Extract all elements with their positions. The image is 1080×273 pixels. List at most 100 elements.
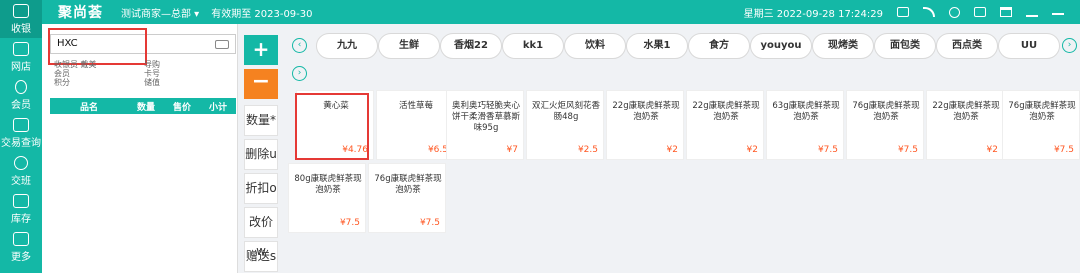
sidebar: 收银 网店 会员 交易查询 交班 库存 更多 [0, 0, 42, 273]
minimize-icon[interactable] [1052, 9, 1064, 15]
sidebar-item-inventory[interactable]: 库存 [0, 190, 42, 228]
product-name: 22g康联虎鲜茶现泡奶茶 [932, 101, 1000, 122]
inventory-icon [13, 193, 29, 208]
expiry-text: 有效期至 2023-09-30 [211, 8, 313, 20]
member-icon [15, 79, 27, 94]
gift-button[interactable]: 赠送s [244, 241, 278, 272]
message-icon[interactable] [974, 7, 986, 17]
product-card[interactable]: 22g康联虎鲜茶现泡奶茶 ¥2 [686, 90, 764, 160]
category-tab[interactable]: 饮料 [564, 33, 626, 59]
member-info: 收银员 戴美 导购 会员 卡号 积分 储值 [54, 60, 234, 87]
product-card[interactable]: 22g康联虎鲜茶现泡奶茶 ¥2 [606, 90, 684, 160]
category-tab[interactable]: 西点类 [936, 33, 998, 59]
product-price: ¥7.5 [817, 145, 838, 155]
sidebar-item-more[interactable]: 更多 [0, 228, 42, 266]
change-price-button[interactable]: 改价w [244, 207, 278, 258]
product-price: ¥7.5 [339, 218, 360, 228]
product-name: 76g康联虎鲜茶现泡奶茶 [852, 101, 920, 122]
product-card[interactable]: 80g康联虎鲜茶现泡奶茶 ¥7.5 [288, 163, 366, 233]
category-tab[interactable]: 面包类 [874, 33, 936, 59]
category-tab[interactable]: 水果1 [626, 33, 688, 59]
product-price: ¥7.5 [419, 218, 440, 228]
product-card[interactable]: 奥利奥巧轻脆夹心饼干柔滑香草慕斯味95g ¥7 [446, 90, 524, 160]
shift-icon [14, 155, 28, 170]
category-tab[interactable]: 九九 [316, 33, 378, 59]
support-icon[interactable] [949, 6, 960, 18]
product-name: 80g康联虎鲜茶现泡奶茶 [294, 174, 362, 195]
selected-product-highlight [295, 93, 369, 160]
cash-register-icon [13, 3, 29, 18]
keyboard-icon[interactable] [215, 40, 229, 49]
quantity-button[interactable]: 数量* [244, 105, 278, 136]
chevron-right-icon[interactable]: › [292, 66, 307, 81]
sidebar-item-label: 收银 [11, 23, 31, 35]
product-card[interactable]: 76g康联虎鲜茶现泡奶茶 ¥7.5 [1002, 90, 1080, 160]
product-card[interactable]: 76g康联虎鲜茶现泡奶茶 ¥7.5 [368, 163, 446, 233]
category-tab[interactable]: kk1 [502, 33, 564, 59]
sidebar-item-shift[interactable]: 交班 [0, 152, 42, 190]
delete-button[interactable]: 删除u [244, 139, 278, 170]
product-name: 76g康联虎鲜茶现泡奶茶 [1008, 101, 1076, 122]
category-tab[interactable]: 香烟22 [440, 33, 502, 59]
product-name: 22g康联虎鲜茶现泡奶茶 [612, 101, 680, 122]
category-tab[interactable]: 生鲜 [378, 33, 440, 59]
product-card[interactable]: 双汇火炬风刻花香肠48g ¥2.5 [526, 90, 604, 160]
product-name: 22g康联虎鲜茶现泡奶茶 [692, 101, 760, 122]
merchant-selector[interactable]: 测试商家—总部 ▾ [121, 5, 199, 20]
sidebar-item-label: 交班 [11, 175, 31, 187]
product-name: 奥利奥巧轻脆夹心饼干柔滑香草慕斯味95g [451, 101, 520, 133]
battery-icon [897, 7, 909, 17]
datetime-display: 星期三 2022-09-28 17:24:29 [743, 8, 883, 20]
card-label: 卡号 [144, 69, 160, 78]
product-card[interactable]: 活性草莓 ¥6.5 [376, 90, 454, 160]
member-label: 会员 [54, 69, 70, 78]
sidebar-item-label: 库存 [11, 213, 31, 225]
grid-icon [13, 231, 29, 246]
cashier-value: 戴美 [80, 60, 97, 69]
sidebar-item-label: 会员 [11, 99, 31, 111]
remove-button[interactable]: − [244, 69, 278, 99]
category-tab[interactable]: 食方 [688, 33, 750, 59]
category-tab[interactable]: youyou [750, 33, 812, 59]
product-price: ¥6.5 [427, 145, 448, 155]
wifi-icon [923, 7, 935, 17]
product-price: ¥2 [986, 145, 998, 155]
cart-header: 品名 数量 售价 小计 [50, 98, 236, 114]
product-price: ¥7.5 [1053, 145, 1074, 155]
discount-button[interactable]: 折扣o [244, 173, 278, 204]
store-icon [13, 41, 29, 56]
download-icon[interactable] [1026, 7, 1038, 17]
product-name: 双汇火炬风刻花香肠48g [531, 101, 600, 122]
sidebar-item-label: 网店 [11, 61, 31, 73]
cart-panel: HXC 收银员 戴美 导购 会员 卡号 积分 储值 品名 数量 售价 小计 [42, 24, 238, 273]
top-bar: 聚尚荟 测试商家—总部 ▾ 有效期至 2023-09-30 星期三 2022-0… [0, 0, 1080, 24]
product-name: 63g康联虎鲜茶现泡奶茶 [772, 101, 840, 122]
sidebar-item-label: 更多 [11, 251, 31, 263]
chevron-left-icon[interactable]: ‹ [292, 38, 307, 53]
col-subtotal: 小计 [208, 102, 227, 113]
sidebar-item-store[interactable]: 网店 [0, 38, 42, 76]
operation-panel: + − 数量* 删除u 折扣o 改价w 赠送s [244, 35, 280, 272]
category-bar: ‹ 九九 生鲜 香烟22 kk1 饮料 水果1 食方 youyou 现烤类 面包… [288, 33, 1080, 81]
chevron-right-icon[interactable]: › [1062, 38, 1077, 53]
col-price: 售价 [172, 102, 191, 113]
category-tab[interactable]: 现烤类 [812, 33, 874, 59]
col-name: 品名 [79, 102, 98, 113]
product-card[interactable]: 76g康联虎鲜茶现泡奶茶 ¥7.5 [846, 90, 924, 160]
product-card[interactable]: 63g康联虎鲜茶现泡奶茶 ¥7.5 [766, 90, 844, 160]
brand-logo: 聚尚荟 [58, 5, 103, 21]
add-button[interactable]: + [244, 35, 278, 65]
product-price: ¥2 [746, 145, 758, 155]
product-price: ¥7 [506, 145, 518, 155]
shirt-icon[interactable] [1000, 7, 1012, 17]
category-tab[interactable]: UU [998, 33, 1060, 59]
sidebar-item-transactions[interactable]: 交易查询 [0, 114, 42, 152]
product-card[interactable]: 22g康联虎鲜茶现泡奶茶 ¥2 [926, 90, 1004, 160]
product-price: ¥2 [666, 145, 678, 155]
sidebar-item-label: 交易查询 [1, 137, 41, 149]
product-name: 活性草莓 [398, 101, 433, 111]
product-name: 76g康联虎鲜茶现泡奶茶 [374, 174, 442, 195]
sidebar-item-member[interactable]: 会员 [0, 76, 42, 114]
sidebar-item-cashier[interactable]: 收银 [0, 0, 42, 38]
stored-label: 储值 [144, 78, 160, 87]
